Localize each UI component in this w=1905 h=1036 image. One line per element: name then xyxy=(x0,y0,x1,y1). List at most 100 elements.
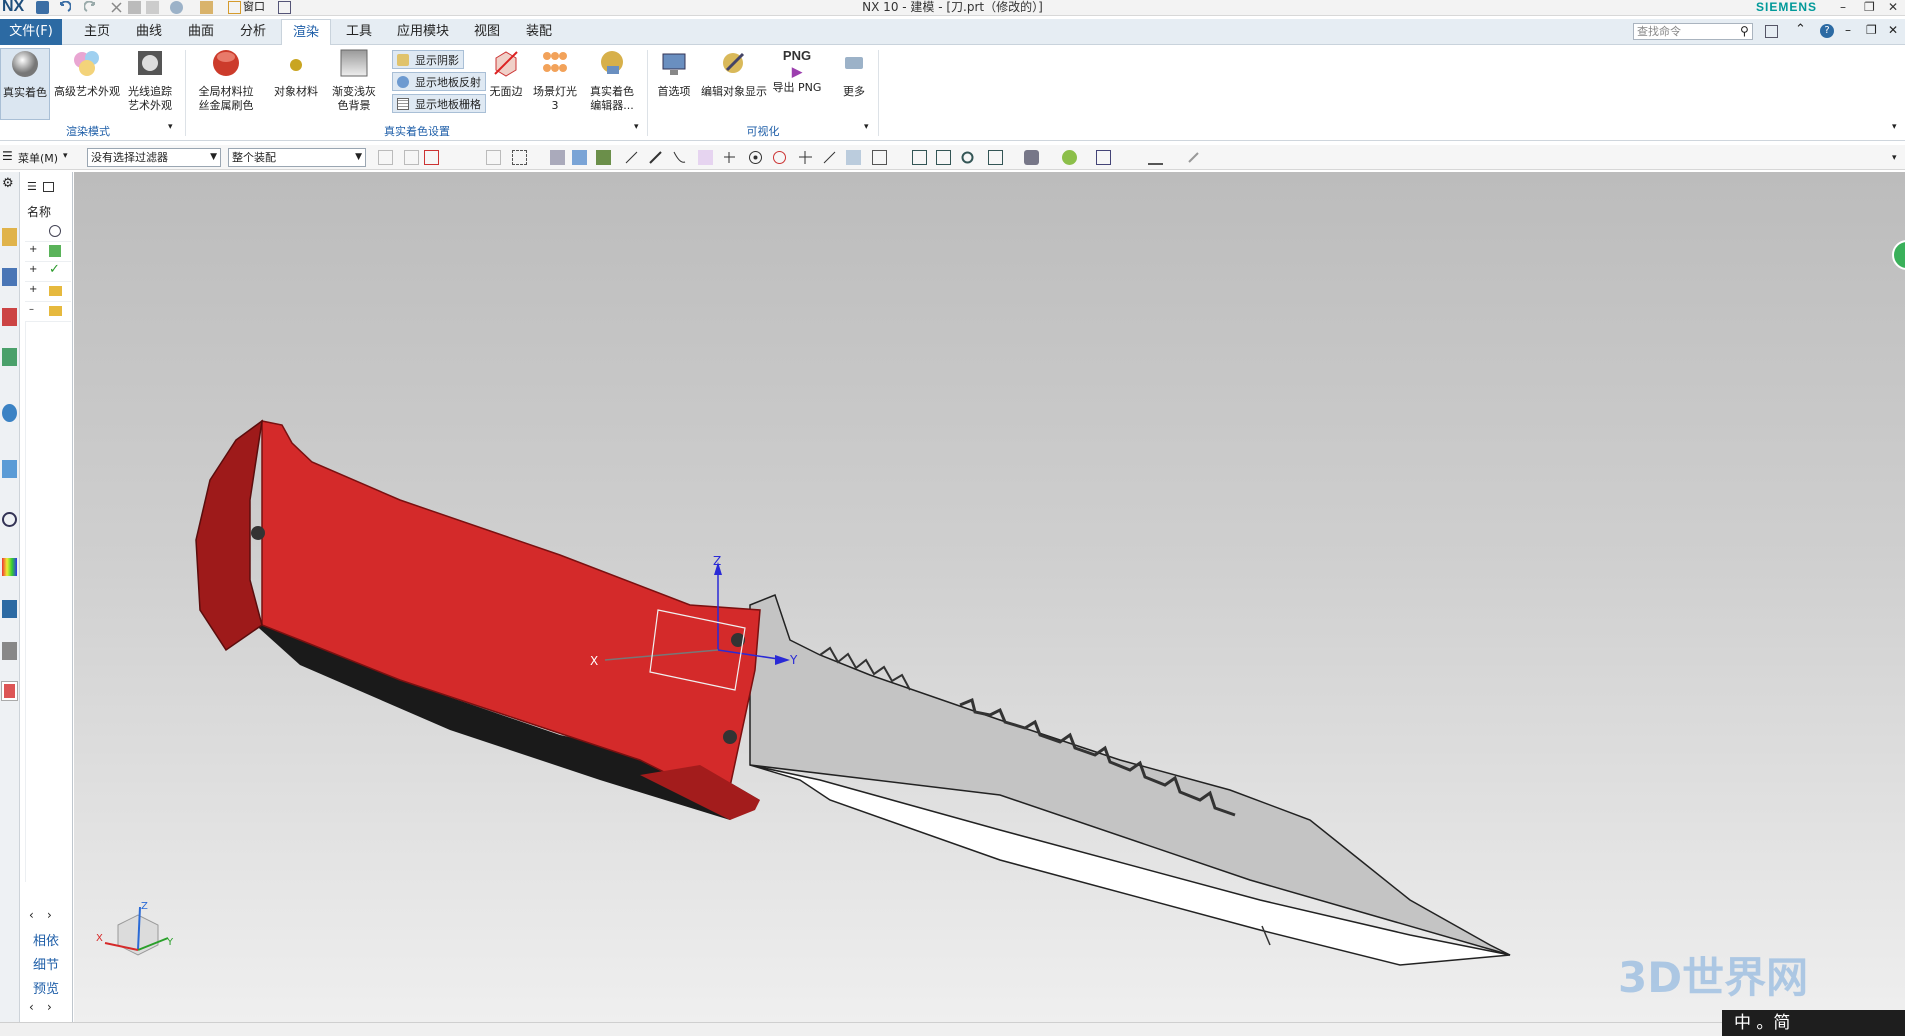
tree-row[interactable] xyxy=(25,222,71,242)
export-png-button[interactable]: PNG ▶ 导出 PNG xyxy=(772,48,822,120)
roles-icon[interactable] xyxy=(2,642,17,660)
copy-view-icon[interactable] xyxy=(872,150,887,165)
doc-restore-button[interactable]: ❐ xyxy=(1866,23,1877,37)
doc-minimize-button[interactable]: – xyxy=(1845,23,1851,37)
tab-home[interactable]: 主页 xyxy=(74,19,120,45)
maximize-panel-icon[interactable] xyxy=(43,182,54,192)
face-icon[interactable] xyxy=(572,150,587,165)
dependencies-link[interactable]: 相依 xyxy=(33,930,59,949)
background-button[interactable]: 渐变浅灰 色背景 xyxy=(326,48,382,120)
snap-point-icon[interactable] xyxy=(596,150,611,165)
tab-curve[interactable]: 曲线 xyxy=(126,19,172,45)
global-material-button[interactable]: 全局材料拉 丝金属刷色 xyxy=(192,48,260,120)
settings-icon[interactable]: ⚙ xyxy=(2,176,14,191)
group-expand-icon[interactable]: ▾ xyxy=(168,122,173,132)
file-menu-button[interactable]: 文件(F) xyxy=(0,19,62,45)
tree-row[interactable]: + xyxy=(25,242,71,262)
collapse-ribbon-icon[interactable]: ⌃ xyxy=(1795,22,1806,37)
more-button[interactable]: 更多 xyxy=(834,48,874,120)
scroll-left-icon[interactable]: ‹ xyxy=(29,908,34,922)
tab-analysis[interactable]: 分析 xyxy=(230,19,276,45)
tab-tools[interactable]: 工具 xyxy=(336,19,382,45)
group-expand-icon[interactable]: ▾ xyxy=(864,122,869,132)
constraint-navigator-icon[interactable] xyxy=(2,268,17,286)
type-filter-icon[interactable] xyxy=(404,150,419,165)
scene-lights-button[interactable]: 场景灯光 3 xyxy=(528,48,582,120)
true-shading-editor-button[interactable]: 真实着色 编辑器... xyxy=(584,48,640,120)
close-button[interactable]: ✕ xyxy=(1888,0,1898,14)
help-icon[interactable]: ? xyxy=(1820,24,1834,38)
collapse-icon[interactable]: – xyxy=(29,304,34,315)
part-navigator-icon[interactable] xyxy=(2,308,17,326)
search-icon[interactable]: ⚲ xyxy=(1740,24,1749,38)
expand-icon[interactable]: + xyxy=(29,244,37,255)
palette-icon[interactable] xyxy=(1,681,18,701)
system-materials-icon[interactable] xyxy=(2,558,17,576)
history-icon[interactable] xyxy=(2,460,17,478)
box-select-icon[interactable] xyxy=(512,150,527,165)
fit-view-icon[interactable] xyxy=(912,150,927,165)
show-floor-grid-toggle[interactable]: 显示地板栅格 xyxy=(392,94,486,113)
tree-row[interactable]: – xyxy=(25,302,71,322)
tools-icon[interactable] xyxy=(1186,150,1201,165)
tab-applications[interactable]: 应用模块 xyxy=(388,19,458,45)
expand-icon[interactable]: + xyxy=(29,284,37,295)
arc-center-icon[interactable] xyxy=(772,150,787,165)
point-on-curve-icon[interactable] xyxy=(798,150,813,165)
section-view-icon[interactable] xyxy=(1096,150,1111,165)
web-browser-icon[interactable] xyxy=(2,404,17,422)
raytrace-studio-button[interactable]: 光线追踪 艺术外观 xyxy=(124,48,176,120)
tab-surface[interactable]: 曲面 xyxy=(178,19,224,45)
line-icon[interactable] xyxy=(624,150,639,165)
tab-assembly[interactable]: 装配 xyxy=(516,19,562,45)
group-expand-icon[interactable]: ▾ xyxy=(634,122,639,132)
zoom-icon[interactable] xyxy=(936,150,951,165)
curve-icon[interactable] xyxy=(672,150,687,165)
selection-filter-select[interactable]: 没有选择过滤器 ▼ xyxy=(87,148,221,167)
edge-icon[interactable] xyxy=(648,150,663,165)
no-face-edges-button[interactable]: 无面边 xyxy=(484,48,528,120)
assembly-scope-select[interactable]: 整个装配 ▼ xyxy=(228,148,366,167)
ribbon-options-icon[interactable]: ▾ xyxy=(1892,122,1897,132)
ruler-icon[interactable] xyxy=(1148,150,1163,165)
minimize-button[interactable]: – xyxy=(1840,0,1846,14)
assembly-navigator-icon[interactable] xyxy=(2,228,17,246)
deselect-icon[interactable] xyxy=(486,150,501,165)
restore-button[interactable]: ❐ xyxy=(1864,0,1875,14)
sphere-render-icon[interactable] xyxy=(1062,150,1077,165)
body-icon[interactable] xyxy=(550,150,565,165)
main-menu-button[interactable]: 菜单(M) xyxy=(18,150,58,166)
center-point-icon[interactable] xyxy=(748,150,763,165)
scroll-left-icon[interactable]: ‹ xyxy=(29,1000,34,1014)
show-shadow-toggle[interactable]: 显示阴影 xyxy=(392,50,464,69)
edit-object-display-button[interactable]: 编辑对象显示 xyxy=(698,48,770,120)
show-floor-reflection-toggle[interactable]: 显示地板反射 xyxy=(392,72,486,91)
advanced-studio-button[interactable]: 高级艺术外观 xyxy=(52,48,122,120)
quadrant-icon[interactable] xyxy=(846,150,861,165)
snap-icon[interactable] xyxy=(378,150,393,165)
scroll-right-icon[interactable]: › xyxy=(47,1000,52,1014)
spline-icon[interactable] xyxy=(698,150,713,165)
process-studio-icon[interactable] xyxy=(2,600,17,618)
tree-row[interactable]: + ✓ xyxy=(25,262,71,282)
doc-close-button[interactable]: ✕ xyxy=(1888,23,1898,37)
rotate-icon[interactable] xyxy=(960,150,975,165)
command-search-input[interactable]: 查找命令 xyxy=(1633,23,1753,40)
orient-view-icon[interactable] xyxy=(988,150,1003,165)
expand-icon[interactable]: + xyxy=(29,264,37,275)
tab-view[interactable]: 视图 xyxy=(464,19,510,45)
select-all-icon[interactable] xyxy=(424,150,439,165)
toolbar-options-icon[interactable]: ▾ xyxy=(1892,153,1897,163)
scroll-right-icon[interactable]: › xyxy=(47,908,52,922)
pin-icon[interactable]: ☰ xyxy=(27,180,37,193)
reuse-library-icon[interactable] xyxy=(2,348,17,366)
intersect-icon[interactable] xyxy=(722,150,737,165)
knife-model[interactable]: X Y Z X Y Z xyxy=(74,172,1905,1022)
panel-toggle-icon[interactable] xyxy=(1765,25,1778,38)
tangent-icon[interactable] xyxy=(822,150,837,165)
ime-indicator[interactable]: 中 。简 xyxy=(1722,1010,1905,1036)
true-shading-button[interactable]: 真实着色 xyxy=(0,48,50,120)
render-style-icon[interactable] xyxy=(1024,150,1039,165)
preferences-button[interactable]: 首选项 xyxy=(652,48,696,120)
graphics-viewport[interactable]: X Y Z X Y Z xyxy=(74,172,1905,1022)
